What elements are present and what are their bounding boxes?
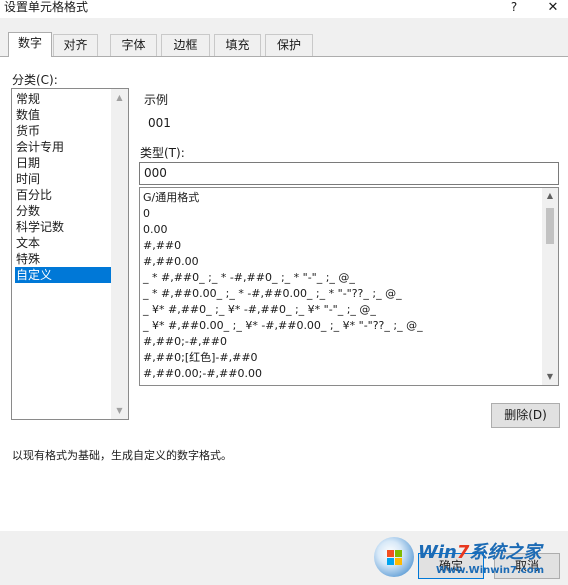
category-item-general[interactable]: 常规 — [15, 91, 113, 107]
category-item-scientific[interactable]: 科学记数 — [15, 219, 113, 235]
format-item[interactable]: 0 — [143, 206, 150, 222]
category-item-currency[interactable]: 货币 — [15, 123, 113, 139]
dialog-title: 设置单元格格式 — [4, 0, 89, 14]
sample-label: 示例 — [144, 93, 169, 107]
category-list[interactable]: 常规 数值 货币 会计专用 日期 时间 百分比 分数 科学记数 文本 特殊 自定… — [11, 88, 129, 420]
scroll-up-icon[interactable]: ▲ — [111, 89, 128, 106]
category-item-accounting[interactable]: 会计专用 — [15, 139, 113, 155]
watermark-site: Www.Winwin7.com — [436, 565, 545, 576]
watermark-brand-prefix: Win — [418, 542, 457, 563]
category-scrollbar[interactable]: ▲ ▼ — [111, 89, 128, 419]
tab-alignment[interactable]: 对齐 — [53, 34, 98, 56]
format-scrollbar[interactable]: ▲ ▼ — [542, 188, 558, 385]
watermark-brand: Win7系统之家 — [418, 538, 541, 564]
format-item[interactable]: _ ¥* #,##0.00_ ;_ ¥* -#,##0.00_ ;_ ¥* "-… — [143, 318, 423, 334]
type-input[interactable]: 000 — [139, 162, 559, 185]
tab-fill[interactable]: 填充 — [214, 34, 261, 56]
category-item-number[interactable]: 数值 — [15, 107, 113, 123]
format-scroll-thumb[interactable] — [546, 208, 554, 244]
watermark-brand-seven: 7 — [456, 542, 470, 563]
category-item-percentage[interactable]: 百分比 — [15, 187, 113, 203]
title-bar: 设置单元格格式 ? ✕ — [0, 0, 568, 18]
tab-strip: 数字 对齐 字体 边框 填充 保护 — [8, 32, 328, 57]
sample-value: 001 — [148, 116, 171, 130]
type-label: 类型(T): — [140, 146, 185, 160]
category-item-date[interactable]: 日期 — [15, 155, 113, 171]
format-item[interactable]: #,##0;-#,##0 — [143, 334, 227, 350]
category-item-custom[interactable]: 自定义 — [15, 267, 113, 283]
format-item[interactable]: G/通用格式 — [143, 190, 199, 206]
scroll-up-icon[interactable]: ▲ — [542, 188, 558, 204]
help-button[interactable]: ? — [508, 0, 520, 15]
tab-border[interactable]: 边框 — [161, 34, 210, 56]
format-item[interactable]: #,##0.00;-#,##0.00 — [143, 366, 262, 382]
tab-number[interactable]: 数字 — [8, 32, 52, 57]
description-text: 以现有格式为基础，生成自定义的数字格式。 — [12, 449, 232, 462]
tab-protection[interactable]: 保护 — [265, 34, 313, 56]
site-watermark: Win7系统之家 Www.Winwin7.com — [370, 533, 568, 585]
delete-button[interactable]: 删除(D) — [491, 403, 560, 428]
watermark-brand-suffix: 系统之家 — [469, 542, 542, 563]
format-item[interactable]: _ * #,##0.00_ ;_ * -#,##0.00_ ;_ * "-"??… — [143, 286, 402, 302]
category-item-text[interactable]: 文本 — [15, 235, 113, 251]
format-item[interactable]: #,##0;[红色]-#,##0 — [143, 350, 258, 366]
category-item-fraction[interactable]: 分数 — [15, 203, 113, 219]
scroll-down-icon[interactable]: ▼ — [111, 402, 128, 419]
sample-box: 001 — [140, 108, 560, 142]
category-item-special[interactable]: 特殊 — [15, 251, 113, 267]
scroll-down-icon[interactable]: ▼ — [542, 369, 558, 385]
category-label: 分类(C): — [12, 73, 58, 87]
format-list[interactable]: G/通用格式 0 0.00 #,##0 #,##0.00 _ * #,##0_ … — [139, 187, 559, 386]
format-item[interactable]: 0.00 — [143, 222, 168, 238]
close-button[interactable]: ✕ — [546, 0, 560, 15]
tab-font[interactable]: 字体 — [110, 34, 157, 56]
category-item-time[interactable]: 时间 — [15, 171, 113, 187]
format-item[interactable]: #,##0 — [143, 238, 181, 254]
format-item[interactable]: _ ¥* #,##0_ ;_ ¥* -#,##0_ ;_ ¥* "-"_ ;_ … — [143, 302, 376, 318]
format-item[interactable]: _ * #,##0_ ;_ * -#,##0_ ;_ * "-"_ ;_ @_ — [143, 270, 355, 286]
format-item[interactable]: #,##0.00 — [143, 254, 199, 270]
windows-logo-icon — [374, 537, 414, 577]
